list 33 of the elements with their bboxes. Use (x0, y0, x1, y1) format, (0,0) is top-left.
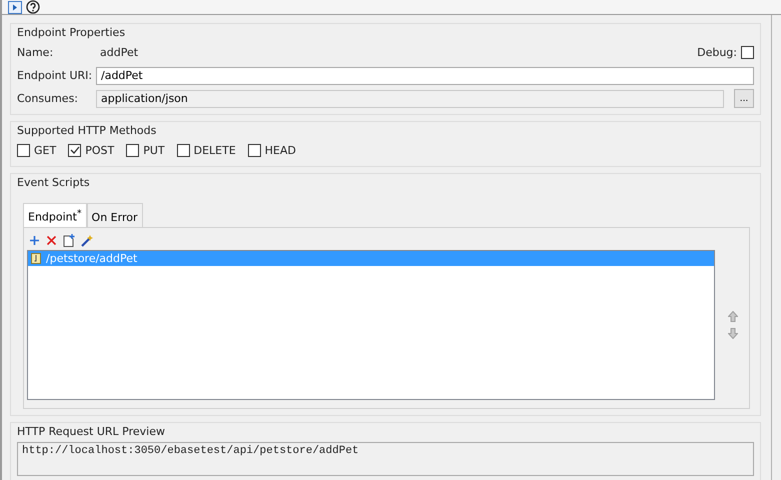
consumes-field[interactable]: application/json (96, 90, 724, 108)
method-checkbox[interactable] (176, 144, 190, 157)
group-title: Event Scripts (17, 176, 91, 189)
add-icon[interactable] (29, 235, 40, 246)
new-document-icon[interactable] (63, 234, 75, 248)
method-checkbox[interactable] (248, 144, 261, 157)
help-icon[interactable] (26, 0, 40, 14)
field-label: Name: (17, 46, 54, 59)
debug-checkbox[interactable] (741, 46, 754, 59)
group-title: Supported HTTP Methods (17, 124, 158, 137)
group-title: Endpoint Properties (17, 26, 126, 39)
method-label: PUT (143, 144, 165, 157)
delete-icon[interactable] (46, 235, 57, 246)
debug-label: Debug: (697, 46, 737, 59)
tab[interactable]: On Error (86, 203, 142, 227)
tab[interactable]: Endpoint$^{*}$ (23, 203, 87, 227)
url-preview-field: http://localhost:3050/ebasetest/api/petstore/addPet (17, 442, 754, 476)
method-label: POST (85, 144, 114, 157)
field-label: Consumes: (17, 92, 80, 105)
name-value: addPet (99, 46, 140, 59)
method-checkbox[interactable] (126, 144, 140, 157)
method-label: HEAD (264, 144, 296, 157)
method-label: GET (34, 144, 56, 157)
wand-icon[interactable] (81, 234, 94, 248)
script-file-icon (31, 252, 41, 264)
field-label: Endpoint URI: (17, 69, 92, 82)
method-label: DELETE (194, 144, 236, 157)
method-checkbox[interactable] (68, 144, 82, 157)
run-icon[interactable] (8, 0, 22, 14)
browse-button[interactable]: ... (734, 89, 754, 108)
uri-field[interactable]: /addPet (96, 66, 754, 84)
method-checkbox[interactable] (17, 144, 30, 157)
group-title: HTTP Request URL Preview (17, 425, 166, 438)
